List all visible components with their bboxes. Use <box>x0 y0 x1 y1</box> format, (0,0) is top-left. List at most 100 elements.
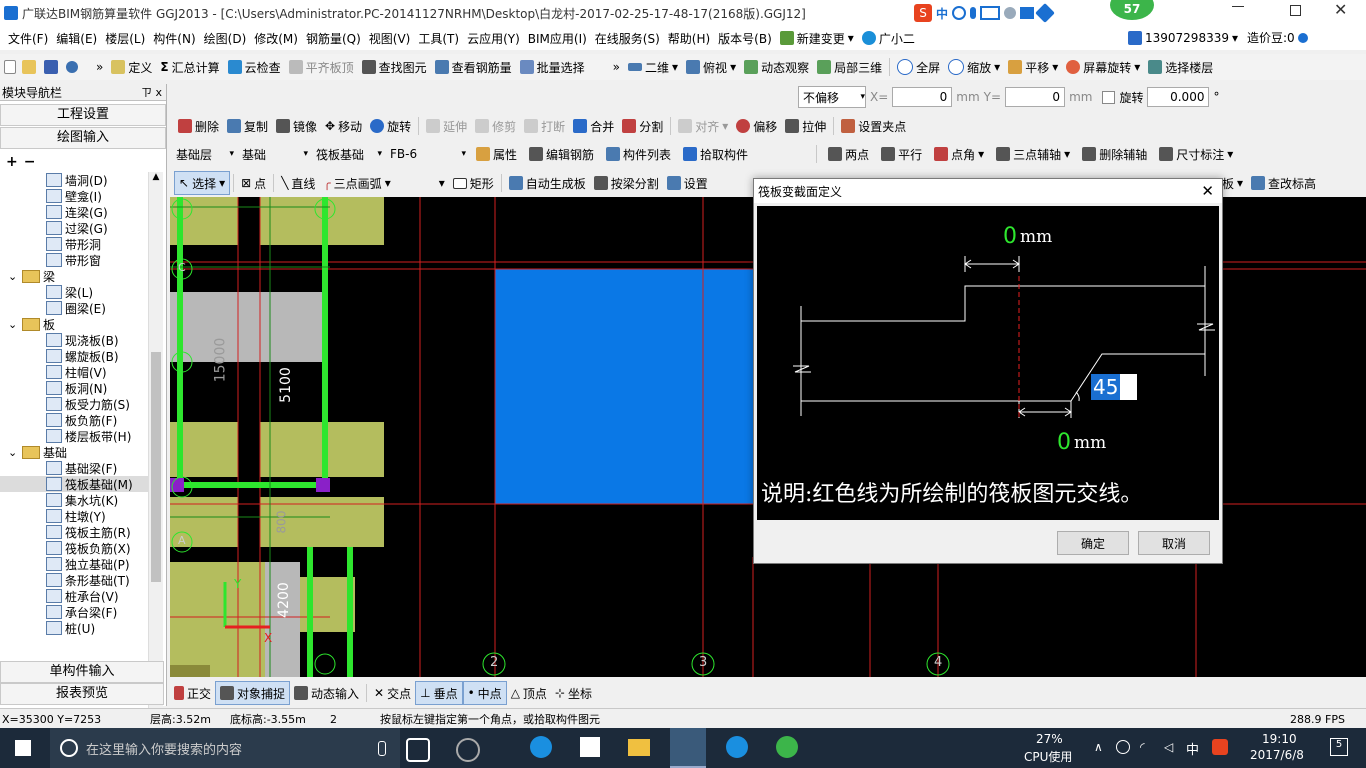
windows-start-icon[interactable] <box>15 740 31 756</box>
component-list-button[interactable]: 构件列表 <box>602 143 675 165</box>
menu-item-draw[interactable]: 绘图(D) <box>200 30 251 47</box>
panel-pin-close[interactable]: ㄗ x <box>141 84 166 100</box>
properties-button[interactable]: 属性 <box>472 143 521 165</box>
split-button[interactable]: 分割 <box>618 115 667 137</box>
top-offset-field[interactable]: 0 mm <box>1003 224 1052 249</box>
menu-item-floor[interactable]: 楼层(L) <box>101 30 149 47</box>
bottom-offset-field[interactable]: 0 mm <box>1057 430 1106 455</box>
report-preview-tab[interactable]: 报表预览 <box>0 683 164 705</box>
tree-item[interactable]: 柱墩(Y) <box>0 508 148 524</box>
minimize-button[interactable] <box>1232 6 1244 7</box>
rect-dropdown[interactable]: ▾ <box>435 172 449 194</box>
cloud-check-button[interactable]: 云检查 <box>224 56 285 78</box>
object-snap-toggle[interactable]: 对象捕捉 <box>215 681 291 705</box>
tree-item[interactable]: 筏板负筋(X) <box>0 540 148 556</box>
task-view-icon[interactable] <box>406 738 430 762</box>
close-button[interactable]: ✕ <box>1334 0 1347 19</box>
ok-button[interactable]: 确定 <box>1057 531 1129 555</box>
break-button[interactable]: 打断 <box>520 115 569 137</box>
x-input[interactable]: 0 <box>892 87 953 107</box>
two-point-axis-button[interactable]: 两点 <box>824 143 873 165</box>
tray-ime[interactable]: 中 <box>1186 739 1199 758</box>
parallel-axis-button[interactable]: 平行 <box>877 143 926 165</box>
define-button[interactable]: 定义 <box>107 56 156 78</box>
edge-icon[interactable] <box>530 736 552 758</box>
new-file-icon[interactable] <box>4 60 16 74</box>
find-element-button[interactable]: 查找图元 <box>358 56 431 78</box>
tree-group[interactable]: ⌄ 板 <box>0 316 148 332</box>
scroll-up-arrow[interactable]: ▲ <box>149 172 163 186</box>
split-by-beam-button[interactable]: 按梁分割 <box>590 172 663 194</box>
expand-toggle-icon[interactable]: ⌄ <box>8 270 22 283</box>
move-button[interactable]: ✥ 移动 <box>321 115 366 137</box>
tree-group[interactable]: ⌄ 基础 <box>0 444 148 460</box>
menu-item-rebar[interactable]: 钢筋量(Q) <box>302 30 365 47</box>
intersection-snap[interactable]: ✕ 交点 <box>370 682 415 704</box>
mic-icon[interactable] <box>970 7 977 19</box>
tree-item[interactable]: 桩承台(V) <box>0 588 148 604</box>
align-top-button[interactable]: 平齐板顶 <box>285 56 358 78</box>
project-settings-tab[interactable]: 工程设置 <box>0 104 166 126</box>
people-icon[interactable] <box>1116 740 1130 754</box>
tree-group[interactable]: ⌄ 梁 <box>0 268 148 284</box>
restore-button[interactable] <box>1290 5 1301 16</box>
auto-slab-button[interactable]: 自动生成板 <box>505 172 590 194</box>
copy-button[interactable]: 复制 <box>223 115 272 137</box>
tray-chevron-icon[interactable]: ∧ <box>1094 740 1103 754</box>
settings-button[interactable]: 设置 <box>663 172 712 194</box>
point-angle-axis-button[interactable]: 点角 ▾ <box>930 143 988 165</box>
network-icon[interactable]: ◜ <box>1140 740 1145 754</box>
angle-value[interactable]: 45 <box>1091 374 1121 400</box>
rotate-input[interactable]: 0.000 <box>1147 87 1210 107</box>
mirror-button[interactable]: 镜像 <box>272 115 321 137</box>
open-folder-icon[interactable] <box>22 60 36 74</box>
stretch-button[interactable]: 拉伸 <box>781 115 830 137</box>
three-point-axis-button[interactable]: 三点辅轴 ▾ <box>992 143 1074 165</box>
view-2d-button[interactable]: 二维 ▾ <box>624 56 682 78</box>
notification-center-icon[interactable]: 5 <box>1330 738 1348 756</box>
store-icon[interactable] <box>580 737 600 757</box>
menu-item-cloud[interactable]: 云应用(Y) <box>463 30 524 47</box>
tree-item[interactable]: 桩(U) <box>0 620 148 636</box>
save-icon[interactable] <box>44 60 58 74</box>
tree-item[interactable]: 连梁(G) <box>0 204 148 220</box>
cancel-button[interactable]: 取消 <box>1138 531 1210 555</box>
coordinate-snap[interactable]: ⊹ 坐标 <box>551 682 596 704</box>
tree-item[interactable]: 螺旋板(B) <box>0 348 148 364</box>
arc-button[interactable]: ╭ 三点画弧 ▾ <box>319 172 394 194</box>
taskbar-search[interactable]: 在这里输入你要搜索的内容 <box>50 728 400 768</box>
new-change-button[interactable]: 新建变更 ▾ <box>776 30 858 47</box>
tree-item[interactable]: 带形洞 <box>0 236 148 252</box>
wrench-icon[interactable] <box>1035 3 1055 23</box>
shirt-icon[interactable] <box>1020 7 1035 19</box>
delete-button[interactable]: 删除 <box>174 115 223 137</box>
top-offset-value[interactable]: 0 <box>1003 224 1017 249</box>
view-rebar-button[interactable]: 查看钢筋量 <box>431 56 516 78</box>
price-beans[interactable]: 造价豆:0 <box>1247 29 1295 46</box>
offset-button[interactable]: 偏移 <box>732 115 781 137</box>
local-3d-button[interactable]: 局部三维 <box>813 56 886 78</box>
tree-item[interactable]: 过梁(G) <box>0 220 148 236</box>
component-name-select[interactable]: FB-6 ▾ <box>388 147 468 161</box>
delete-axis-button[interactable]: 删除辅轴 <box>1078 143 1151 165</box>
tree-item[interactable]: 柱帽(V) <box>0 364 148 380</box>
bottom-offset-value[interactable]: 0 <box>1057 430 1071 455</box>
collapse-all-icon[interactable]: − <box>24 154 36 170</box>
sogou-icon[interactable]: S <box>914 4 932 22</box>
tree-item[interactable]: 基础梁(F) <box>0 460 148 476</box>
perpendicular-snap[interactable]: ⊥ 垂点 <box>415 681 463 705</box>
vertex-snap[interactable]: △ 顶点 <box>507 682 551 704</box>
clock-time[interactable]: 19:10 <box>1262 732 1297 746</box>
tree-item[interactable]: 集水坑(K) <box>0 492 148 508</box>
rotate-button[interactable]: 旋转 <box>366 115 415 137</box>
notification-badge[interactable]: 57 <box>1110 0 1154 20</box>
set-grip-button[interactable]: 设置夹点 <box>837 115 910 137</box>
app-icon-swirl[interactable] <box>456 738 480 762</box>
volume-icon[interactable]: ◁ <box>1164 740 1173 754</box>
tree-item[interactable]: 板受力筋(S) <box>0 396 148 412</box>
expand-toggle-icon[interactable]: ⌄ <box>8 446 22 459</box>
top-view-button[interactable]: 俯视 ▾ <box>682 56 740 78</box>
green-app-icon[interactable] <box>776 736 798 758</box>
dynamic-view-button[interactable]: 动态观察 <box>740 56 813 78</box>
tree-item[interactable]: 筏板主筋(R) <box>0 524 148 540</box>
